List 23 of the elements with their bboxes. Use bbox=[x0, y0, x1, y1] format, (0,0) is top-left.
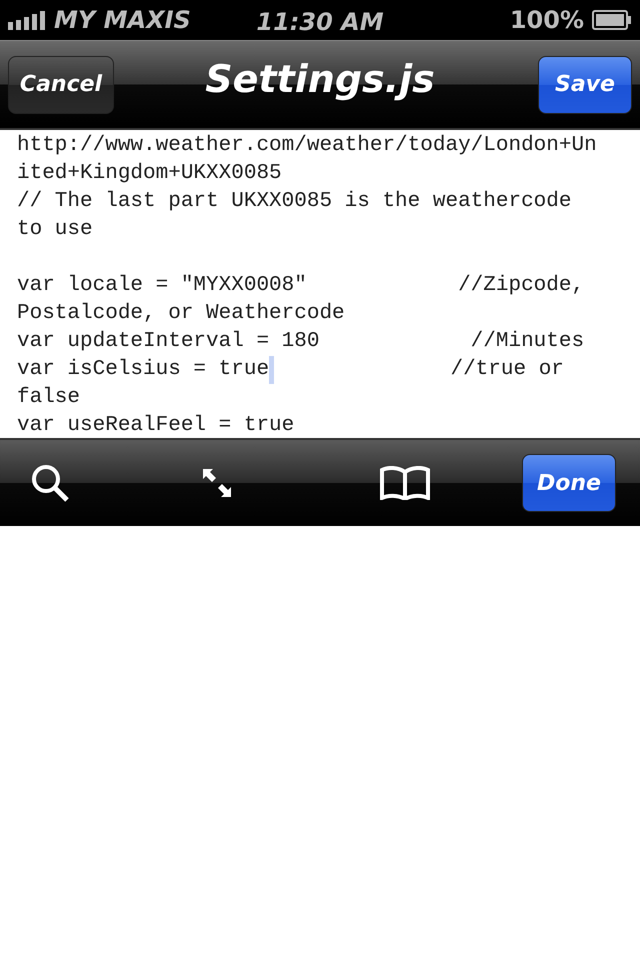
save-button[interactable]: Save bbox=[538, 56, 632, 114]
code-line: // The last part UKXX0085 is the weathercode bbox=[17, 189, 572, 215]
file-title: Settings.js bbox=[205, 57, 435, 103]
cancel-button[interactable]: Cancel bbox=[8, 56, 114, 114]
battery-percent: 100% bbox=[510, 5, 584, 36]
carrier-name: MY MAXIS bbox=[54, 5, 191, 36]
code-line: var updateInterval = 180 //Minutes bbox=[17, 329, 584, 355]
done-button[interactable]: Done bbox=[522, 454, 616, 512]
code-line: var locale = "MYXX0008" //Zipcode, bbox=[17, 273, 584, 299]
battery-icon bbox=[592, 10, 632, 30]
code-comment: //true or bbox=[449, 357, 564, 383]
book-icon[interactable] bbox=[380, 466, 430, 500]
code-line: var isCelsius = true bbox=[17, 357, 270, 383]
code-line: var useRealFeel = true bbox=[17, 413, 294, 438]
code-line: http://www.weather.com/weather/today/London+Un bbox=[17, 133, 597, 159]
code-line: Postalcode, or Weathercode bbox=[17, 301, 345, 327]
code-line: ited+Kingdom+UKXX0085 bbox=[17, 161, 282, 187]
code-line: false bbox=[17, 385, 80, 411]
resize-arrows-icon[interactable] bbox=[202, 468, 232, 498]
clock-time: 11:30 AM bbox=[256, 7, 384, 38]
search-icon[interactable] bbox=[30, 463, 70, 503]
code-line: to use bbox=[17, 217, 93, 243]
signal-icon bbox=[8, 10, 46, 30]
